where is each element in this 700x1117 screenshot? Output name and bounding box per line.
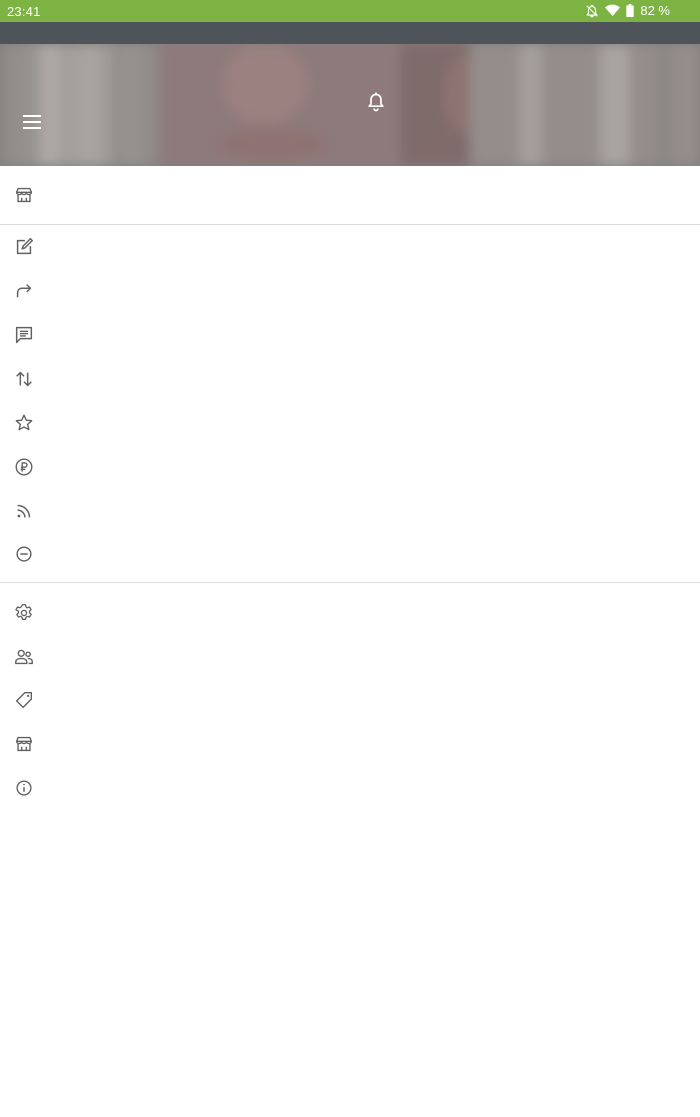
- store-icon: [15, 187, 33, 203]
- drawer-item-contacts[interactable]: [0, 635, 700, 679]
- store-icon: [15, 736, 33, 752]
- comment-icon: [15, 326, 33, 344]
- people-icon: [15, 649, 33, 665]
- drawer-item-blocked[interactable]: [0, 532, 700, 576]
- drawer-item-edit[interactable]: [0, 225, 700, 269]
- drawer-item-payments[interactable]: [0, 445, 700, 489]
- tag-icon: [15, 691, 33, 709]
- drawer-item-tags[interactable]: [0, 678, 700, 722]
- app-bar-strip: [0, 22, 700, 44]
- notifications-off-icon: [585, 4, 599, 18]
- edit-icon: [16, 238, 33, 255]
- drawer-item-favorites[interactable]: [0, 401, 700, 445]
- drawer-item-share[interactable]: [0, 269, 700, 313]
- wifi-icon: [605, 4, 621, 17]
- star-icon: [15, 414, 33, 431]
- drawer-item-comments[interactable]: [0, 313, 700, 357]
- header-photo: [0, 44, 700, 166]
- drawer-header: [0, 44, 700, 166]
- bell-icon: [368, 92, 384, 112]
- divider: [0, 582, 700, 583]
- notifications-button[interactable]: [364, 90, 388, 114]
- settings-icon: [15, 604, 32, 620]
- drawer-item-store[interactable]: [0, 722, 700, 766]
- status-bar: 23:41 82 %: [0, 0, 700, 22]
- drawer-item-about[interactable]: [0, 766, 700, 810]
- block-icon: [16, 546, 32, 562]
- battery-percent: 82 %: [640, 3, 670, 18]
- drawer-item-rss[interactable]: [0, 489, 700, 533]
- status-time: 23:41: [7, 4, 41, 19]
- drawer-item-store-top[interactable]: [0, 173, 700, 217]
- menu-icon: [23, 115, 41, 129]
- rss-icon: [17, 504, 31, 518]
- battery-icon: [626, 4, 635, 18]
- info-icon: [16, 780, 32, 796]
- status-icons: 82 %: [585, 3, 670, 18]
- share-icon: [16, 284, 32, 298]
- drawer-item-settings[interactable]: [0, 591, 700, 635]
- ruble-icon: [15, 458, 33, 476]
- drawer-item-sort[interactable]: [0, 357, 700, 401]
- menu-button[interactable]: [16, 108, 48, 136]
- sort-icon: [16, 371, 32, 387]
